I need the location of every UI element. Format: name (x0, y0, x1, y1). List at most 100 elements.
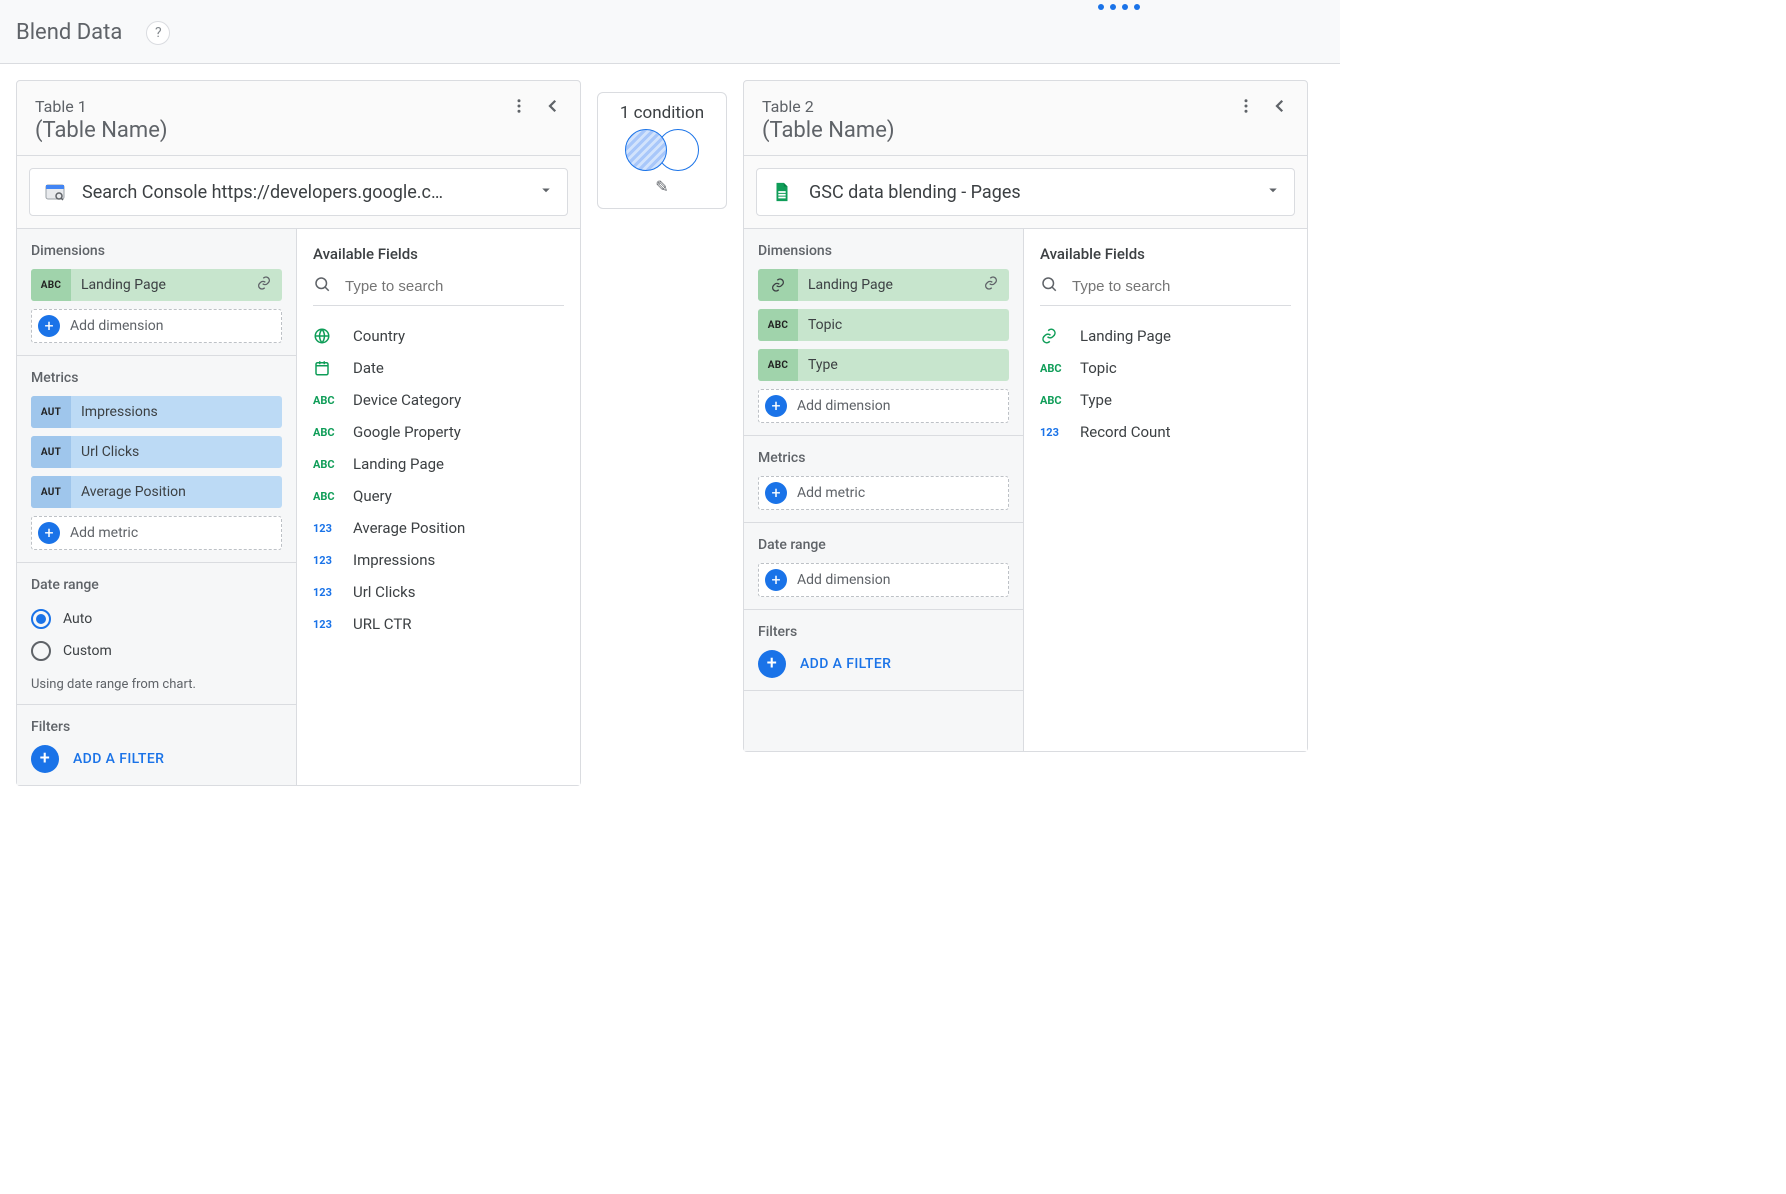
plus-icon: + (31, 745, 59, 773)
filters-title: Filters (31, 719, 282, 735)
table-title[interactable]: (Table Name) (762, 118, 895, 143)
metric-chip[interactable]: AUT Impressions (31, 396, 282, 428)
drag-handle-icon[interactable] (1098, 4, 1140, 10)
edit-icon: ✎ (606, 177, 718, 196)
field-item[interactable]: ABCLanding Page (313, 448, 564, 480)
collapse-left-icon[interactable] (544, 97, 562, 115)
field-item[interactable]: 123URL CTR (313, 608, 564, 640)
field-item[interactable]: 123Record Count (1040, 416, 1291, 448)
abc-icon: ABC (1040, 394, 1066, 407)
add-metric-button[interactable]: + Add metric (31, 516, 282, 550)
more-icon[interactable] (510, 97, 528, 115)
date-range-auto[interactable]: Auto (31, 603, 282, 635)
metrics-title: Metrics (758, 450, 1009, 466)
table-panel-2: Table 2 (Table Name) GSC data blending - (743, 80, 1308, 752)
number-icon: 123 (313, 554, 339, 567)
available-fields-list: Country Date ABCDevice Category ABCGoogl… (297, 312, 580, 648)
link-icon (983, 275, 1009, 295)
dimension-chip[interactable]: ABC Topic (758, 309, 1009, 341)
link-badge (758, 269, 798, 301)
field-item[interactable]: ABCGoogle Property (313, 416, 564, 448)
dimension-chip[interactable]: Landing Page (758, 269, 1009, 301)
chevron-down-icon (537, 181, 555, 204)
available-fields-list: Landing Page ABCTopic ABCType 123Record … (1024, 312, 1307, 456)
join-condition-label: 1 condition (606, 103, 718, 123)
table-eyebrow: Table 1 (35, 97, 168, 116)
field-item[interactable]: Landing Page (1040, 320, 1291, 352)
number-icon: 123 (313, 522, 339, 535)
add-metric-button[interactable]: + Add metric (758, 476, 1009, 510)
field-item[interactable]: 123Impressions (313, 544, 564, 576)
plus-icon: + (38, 522, 60, 544)
date-range-title: Date range (31, 577, 282, 593)
number-icon: 123 (1040, 426, 1066, 439)
link-icon (1040, 327, 1066, 345)
help-button[interactable]: ? (146, 21, 170, 45)
field-item[interactable]: 123Url Clicks (313, 576, 564, 608)
field-item[interactable]: Date (313, 352, 564, 384)
page-title: Blend Data (16, 20, 122, 45)
filters-title: Filters (758, 624, 1009, 640)
abc-icon: ABC (313, 458, 339, 471)
dimensions-title: Dimensions (758, 243, 1009, 259)
field-item[interactable]: Country (313, 320, 564, 352)
data-source-select[interactable]: Search Console https://developers.google… (29, 168, 568, 216)
calendar-icon (313, 359, 339, 377)
search-input[interactable] (1070, 277, 1291, 296)
link-icon (256, 275, 282, 295)
plus-icon: + (765, 482, 787, 504)
data-source-label: GSC data blending - Pages (809, 182, 1250, 203)
radio-icon (31, 641, 51, 661)
abc-icon: ABC (313, 490, 339, 503)
table-title[interactable]: (Table Name) (35, 118, 168, 143)
date-range-custom[interactable]: Custom (31, 635, 282, 667)
metrics-title: Metrics (31, 370, 282, 386)
radio-icon (31, 609, 51, 629)
abc-icon: ABC (313, 426, 339, 439)
plus-icon: + (765, 569, 787, 591)
field-item[interactable]: 123Average Position (313, 512, 564, 544)
data-source-label: Search Console https://developers.google… (82, 182, 523, 203)
venn-icon (625, 129, 699, 171)
field-item[interactable]: ABCDevice Category (313, 384, 564, 416)
data-source-select[interactable]: GSC data blending - Pages (756, 168, 1295, 216)
abc-icon: ABC (313, 394, 339, 407)
search-input[interactable] (343, 277, 564, 296)
available-fields-title: Available Fields (1040, 245, 1291, 263)
dimension-chip[interactable]: ABC Type (758, 349, 1009, 381)
sheets-icon (769, 179, 795, 205)
field-item[interactable]: ABCType (1040, 384, 1291, 416)
blend-header: Blend Data ? (0, 0, 1340, 64)
abc-badge: ABC (31, 269, 71, 301)
chevron-down-icon (1264, 181, 1282, 204)
add-dimension-button[interactable]: + Add dimension (31, 309, 282, 343)
date-range-title: Date range (758, 537, 1009, 553)
dimension-chip[interactable]: ABC Landing Page (31, 269, 282, 301)
field-item[interactable]: ABCQuery (313, 480, 564, 512)
number-icon: 123 (313, 618, 339, 631)
add-filter-button[interactable]: + ADD A FILTER (31, 745, 282, 773)
add-date-dimension-button[interactable]: + Add dimension (758, 563, 1009, 597)
collapse-left-icon[interactable] (1271, 97, 1289, 115)
plus-icon: + (758, 650, 786, 678)
geo-icon (313, 327, 339, 345)
abc-icon: ABC (1040, 362, 1066, 375)
date-range-note: Using date range from chart. (31, 677, 282, 692)
metric-chip[interactable]: AUT Average Position (31, 476, 282, 508)
join-configuration[interactable]: 1 condition ✎ (597, 92, 727, 209)
plus-icon: + (765, 395, 787, 417)
metric-chip[interactable]: AUT Url Clicks (31, 436, 282, 468)
number-icon: 123 (313, 586, 339, 599)
field-item[interactable]: ABCTopic (1040, 352, 1291, 384)
table-eyebrow: Table 2 (762, 97, 895, 116)
search-console-icon (42, 179, 68, 205)
plus-icon: + (38, 315, 60, 337)
search-icon (1040, 275, 1058, 297)
dimensions-title: Dimensions (31, 243, 282, 259)
add-dimension-button[interactable]: + Add dimension (758, 389, 1009, 423)
available-fields-title: Available Fields (313, 245, 564, 263)
table-panel-1: Table 1 (Table Name) Search Console http… (16, 80, 581, 786)
add-filter-button[interactable]: + ADD A FILTER (758, 650, 1009, 678)
search-icon (313, 275, 331, 297)
more-icon[interactable] (1237, 97, 1255, 115)
